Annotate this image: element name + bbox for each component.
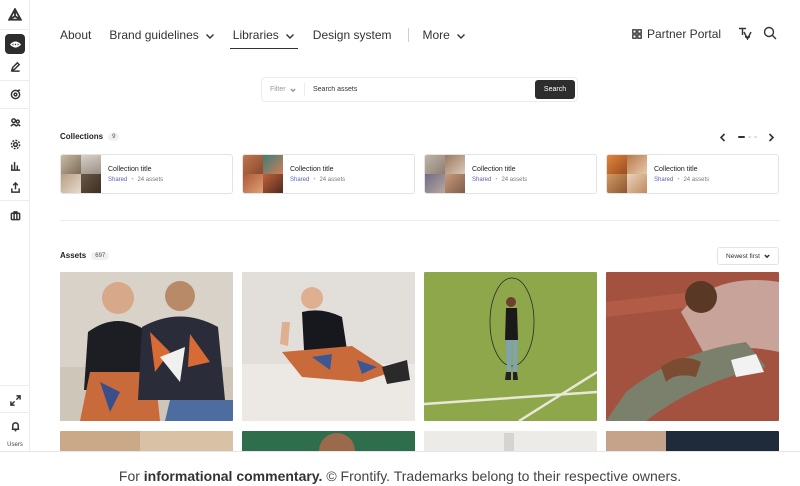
translate-icon[interactable] [738,26,752,41]
collection-title: Collection title [108,165,152,173]
asset-image [606,431,779,451]
filter-label: Filter [270,86,286,93]
asset-count: 24 assets [683,176,710,183]
footer-bold: informational commentary. [143,468,323,484]
asset-image [242,431,415,451]
asset-count: 24 assets [319,176,346,183]
asset-tile[interactable] [242,272,415,421]
partner-portal-label: Partner Portal [647,27,722,41]
section-divider [60,220,780,221]
asset-tile[interactable] [424,272,597,421]
asset-image [424,272,597,421]
sort-dropdown[interactable]: Newest first [717,247,779,265]
pencil-icon[interactable] [5,56,25,76]
sort-label: Newest first [726,252,760,260]
footer-caption: For informational commentary. © Frontify… [0,468,800,484]
gear-icon[interactable] [5,134,25,154]
asset-search-bar: Filter Search [261,77,578,102]
filter-dropdown[interactable]: Filter [262,86,304,93]
asset-tile[interactable] [606,272,779,421]
chevron-left-icon[interactable] [719,132,727,142]
footer-suffix: © Frontify. Trademarks belong to their r… [322,468,682,484]
collection-title: Collection title [654,165,698,173]
chevron-down-icon [285,30,295,40]
people-icon[interactable] [5,112,25,132]
expand-icon[interactable] [5,390,25,410]
collection-card[interactable]: Collection title Shared • 24 assets [242,154,415,194]
collection-card[interactable]: Collection title Shared • 24 assets [606,154,779,194]
eye-icon[interactable] [5,34,25,54]
asset-tile[interactable] [60,431,233,451]
nav-brand-guidelines[interactable]: Brand guidelines [109,28,214,42]
asset-image [606,272,779,421]
app-window: Users About Brand guidelines Libraries D… [0,0,800,452]
nav-design-system[interactable]: Design system [313,28,392,42]
nav-more[interactable]: More [423,28,466,42]
nav-divider [407,28,409,42]
grid-icon [632,29,642,39]
chevron-right-icon[interactable] [767,132,775,142]
asset-tile[interactable] [60,272,233,421]
search-icon[interactable] [763,26,777,40]
collections-carousel-controls [719,132,775,142]
search-input[interactable] [313,86,535,93]
shared-label: Shared [472,176,492,183]
collections-count-badge: 9 [108,132,120,141]
nav-libraries[interactable]: Libraries [229,28,298,49]
shared-label: Shared [290,176,310,183]
briefcase-icon[interactable] [5,205,25,225]
asset-image [242,272,415,421]
asset-image [424,431,597,451]
bell-icon[interactable] [5,416,25,436]
upload-icon[interactable] [5,177,25,197]
users-label[interactable]: Users [0,442,30,448]
collection-thumbnails [425,155,465,193]
asset-image [60,272,233,421]
asset-image [60,431,233,451]
logo-icon[interactable] [5,5,25,25]
nav-design-label: Design system [312,28,392,42]
chevron-down-icon [289,87,296,92]
collection-thumbnails [243,155,283,193]
nav-brand-label: Brand guidelines [109,28,199,42]
chevron-down-icon [205,30,215,40]
chevron-down-icon [764,254,770,259]
collection-title: Collection title [472,165,516,173]
nav-libraries-label: Libraries [232,28,279,42]
assets-title: Assets [60,251,87,260]
main-nav: About Brand guidelines Libraries Design … [60,25,484,49]
collection-card[interactable]: Collection title Shared • 24 assets [60,154,233,194]
asset-tile[interactable] [606,431,779,451]
shared-label: Shared [654,176,674,183]
partner-portal-link[interactable]: Partner Portal [632,27,721,41]
collection-thumbnails [61,155,101,193]
asset-tile[interactable] [242,431,415,451]
shared-label: Shared [108,176,128,183]
search-button[interactable]: Search [535,80,575,99]
footer-prefix: For [118,468,144,484]
assets-heading: Assets 697 [60,251,110,260]
palette-icon[interactable] [5,84,25,104]
assets-count-badge: 697 [91,251,110,260]
nav-more-label: More [422,28,450,42]
chevron-down-icon [456,30,466,40]
left-rail: Users [0,0,30,451]
nav-about[interactable]: About [60,28,91,42]
collections-heading: Collections 9 [60,132,120,141]
collection-thumbnails [607,155,647,193]
nav-about-label: About [60,28,92,42]
collection-title: Collection title [290,165,334,173]
asset-count: 24 assets [501,176,528,183]
carousel-dots [737,136,757,138]
collection-card[interactable]: Collection title Shared • 24 assets [424,154,597,194]
bar-chart-icon[interactable] [5,155,25,175]
asset-tile[interactable] [424,431,597,451]
search-button-label: Search [543,86,567,93]
collections-title: Collections [60,132,104,141]
asset-count: 24 assets [137,176,164,183]
